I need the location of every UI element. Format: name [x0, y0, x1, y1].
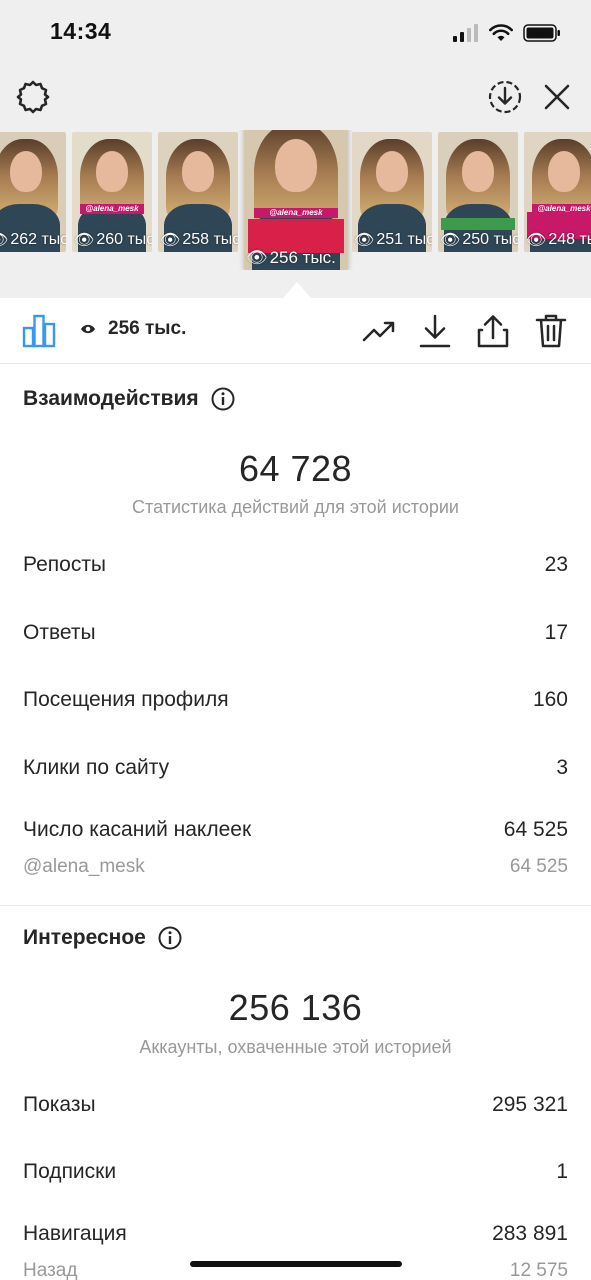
thumbnail-sticker: @alena_mesk: [254, 207, 338, 218]
interactions-total: 64 728: [238, 448, 353, 489]
story-thumbnail[interactable]: 👁251 тыс.: [352, 132, 432, 252]
selected-story-pointer: [283, 282, 311, 298]
wifi-icon: [489, 24, 513, 41]
eye-icon: 👁: [0, 230, 8, 250]
stat-value: 64 525: [503, 818, 568, 841]
stat-value: 3: [556, 756, 568, 779]
download-story-button[interactable]: [486, 78, 524, 116]
stat-label: Назад: [23, 1260, 78, 1280]
thumbnail-views: 258 тыс.: [182, 231, 238, 248]
thumbnail-text-overlay: [441, 218, 515, 231]
close-icon: [544, 84, 570, 110]
stat-row-profile-visits: Посещения профиля 160: [23, 688, 568, 712]
story-thumbnail[interactable]: 👁258 тыс.: [158, 132, 238, 252]
stat-label: Показы: [23, 1093, 96, 1116]
share-button[interactable]: [474, 312, 512, 350]
section-divider: [0, 905, 591, 906]
stat-row-sticker-taps: Число касаний наклеек 64 525: [23, 818, 568, 842]
status-time: 14:34: [50, 18, 112, 44]
trash-icon: [535, 314, 567, 348]
stat-label: Посещения профиля: [23, 688, 229, 711]
thumbnail-views: 251 тыс.: [376, 231, 432, 248]
eye-icon: 👁: [354, 232, 375, 249]
story-thumbnail[interactable]: 👁262 тыс.: [0, 132, 66, 252]
stat-row-follows: Подписки 1: [23, 1160, 568, 1184]
interactions-caption: Статистика действий для этой истории: [132, 497, 459, 517]
eye-icon: 👁: [246, 248, 268, 267]
stat-value: 64 525: [509, 856, 568, 877]
eye-icon: [81, 324, 95, 334]
stat-value: 283 891: [492, 1222, 568, 1245]
eye-icon: 👁: [160, 232, 181, 249]
story-header: 👁262 тыс. @alena_mesk 👁260 тыс. 👁258 тыс…: [0, 64, 591, 298]
thumbnail-views: 260 тыс.: [96, 231, 152, 248]
info-icon[interactable]: [211, 387, 235, 411]
discovery-section-title: Интересное: [23, 926, 182, 950]
story-thumbnail[interactable]: @alena_mesk 👁260 тыс.: [72, 132, 152, 252]
story-thumbnail[interactable]: 👁250 тыс.: [438, 132, 518, 252]
stat-label: @alena_mesk: [23, 856, 145, 877]
stat-row-replies: Ответы 17: [23, 621, 568, 645]
status-bar: 14:34: [0, 0, 591, 64]
info-icon[interactable]: [158, 926, 182, 950]
viewers-tab[interactable]: 256 тыс.: [80, 318, 186, 340]
discovery-title: Интересное: [23, 926, 146, 949]
download-icon: [419, 314, 451, 348]
bar-chart-icon: [22, 314, 56, 348]
stat-label: Навигация: [23, 1222, 127, 1245]
stat-label: Ответы: [23, 621, 96, 644]
thumbnail-views: 250 тыс.: [462, 231, 518, 248]
home-indicator[interactable]: [190, 1261, 402, 1267]
settings-button[interactable]: [14, 78, 52, 116]
delete-button[interactable]: [532, 312, 570, 350]
story-thumbnail-current[interactable]: @alena_mesk 👁 256 тыс.: [244, 130, 348, 270]
interactions-title: Взаимодействия: [23, 387, 199, 410]
interactions-section-title: Взаимодействия: [23, 387, 235, 411]
stat-value: 12 575: [509, 1260, 568, 1280]
thumbnail-sticker: @alena_mesk: [80, 204, 144, 214]
promote-button[interactable]: [360, 312, 398, 350]
trending-up-icon: [362, 321, 395, 342]
insights-tab[interactable]: [20, 312, 58, 350]
thumbnail-views: 256 тыс.: [269, 248, 336, 267]
cellular-signal-icon: [453, 24, 478, 42]
stat-value: 17: [544, 621, 568, 644]
stat-label: Репосты: [23, 553, 107, 576]
stat-label: Подписки: [23, 1160, 117, 1183]
viewers-count: 256 тыс.: [108, 318, 187, 339]
story-thumbnail[interactable]: @alena_mesk 👁248 тыс.: [524, 132, 591, 252]
stat-label: Клики по сайту: [23, 756, 170, 779]
stat-value: 295 321: [492, 1093, 568, 1116]
share-icon: [477, 315, 509, 348]
close-button[interactable]: [538, 78, 576, 116]
eye-icon: 👁: [526, 232, 547, 249]
insights-toolbar: 256 тыс.: [0, 298, 591, 364]
stat-value: 23: [544, 553, 568, 576]
status-icons: [453, 22, 561, 44]
thumbnail-views: 248 тыс.: [548, 231, 591, 248]
stat-value: 160: [532, 688, 568, 711]
stat-row-reposts: Репосты 23: [23, 553, 568, 577]
stat-row-impressions: Показы 295 321: [23, 1093, 568, 1117]
discovery-total: 256 136: [228, 987, 363, 1028]
save-button[interactable]: [416, 312, 454, 350]
stat-value: 1: [556, 1160, 568, 1183]
stat-label: Число касаний наклеек: [23, 818, 252, 841]
settings-gear-icon: [16, 80, 50, 114]
stat-row-website-clicks: Клики по сайту 3: [23, 756, 568, 780]
stat-row-navigation: Навигация 283 891: [23, 1222, 568, 1246]
stat-row-sticker-mention[interactable]: @alena_mesk 64 525: [23, 856, 568, 878]
eye-icon: 👁: [440, 232, 461, 249]
download-circle-icon: [488, 80, 522, 114]
discovery-caption: Аккаунты, охваченные этой историей: [139, 1037, 452, 1057]
story-thumbnail-strip: 👁262 тыс. @alena_mesk 👁260 тыс. 👁258 тыс…: [0, 130, 591, 270]
battery-icon: [523, 24, 560, 42]
eye-icon: 👁: [74, 232, 95, 249]
thumbnail-views: 262 тыс.: [10, 231, 66, 248]
